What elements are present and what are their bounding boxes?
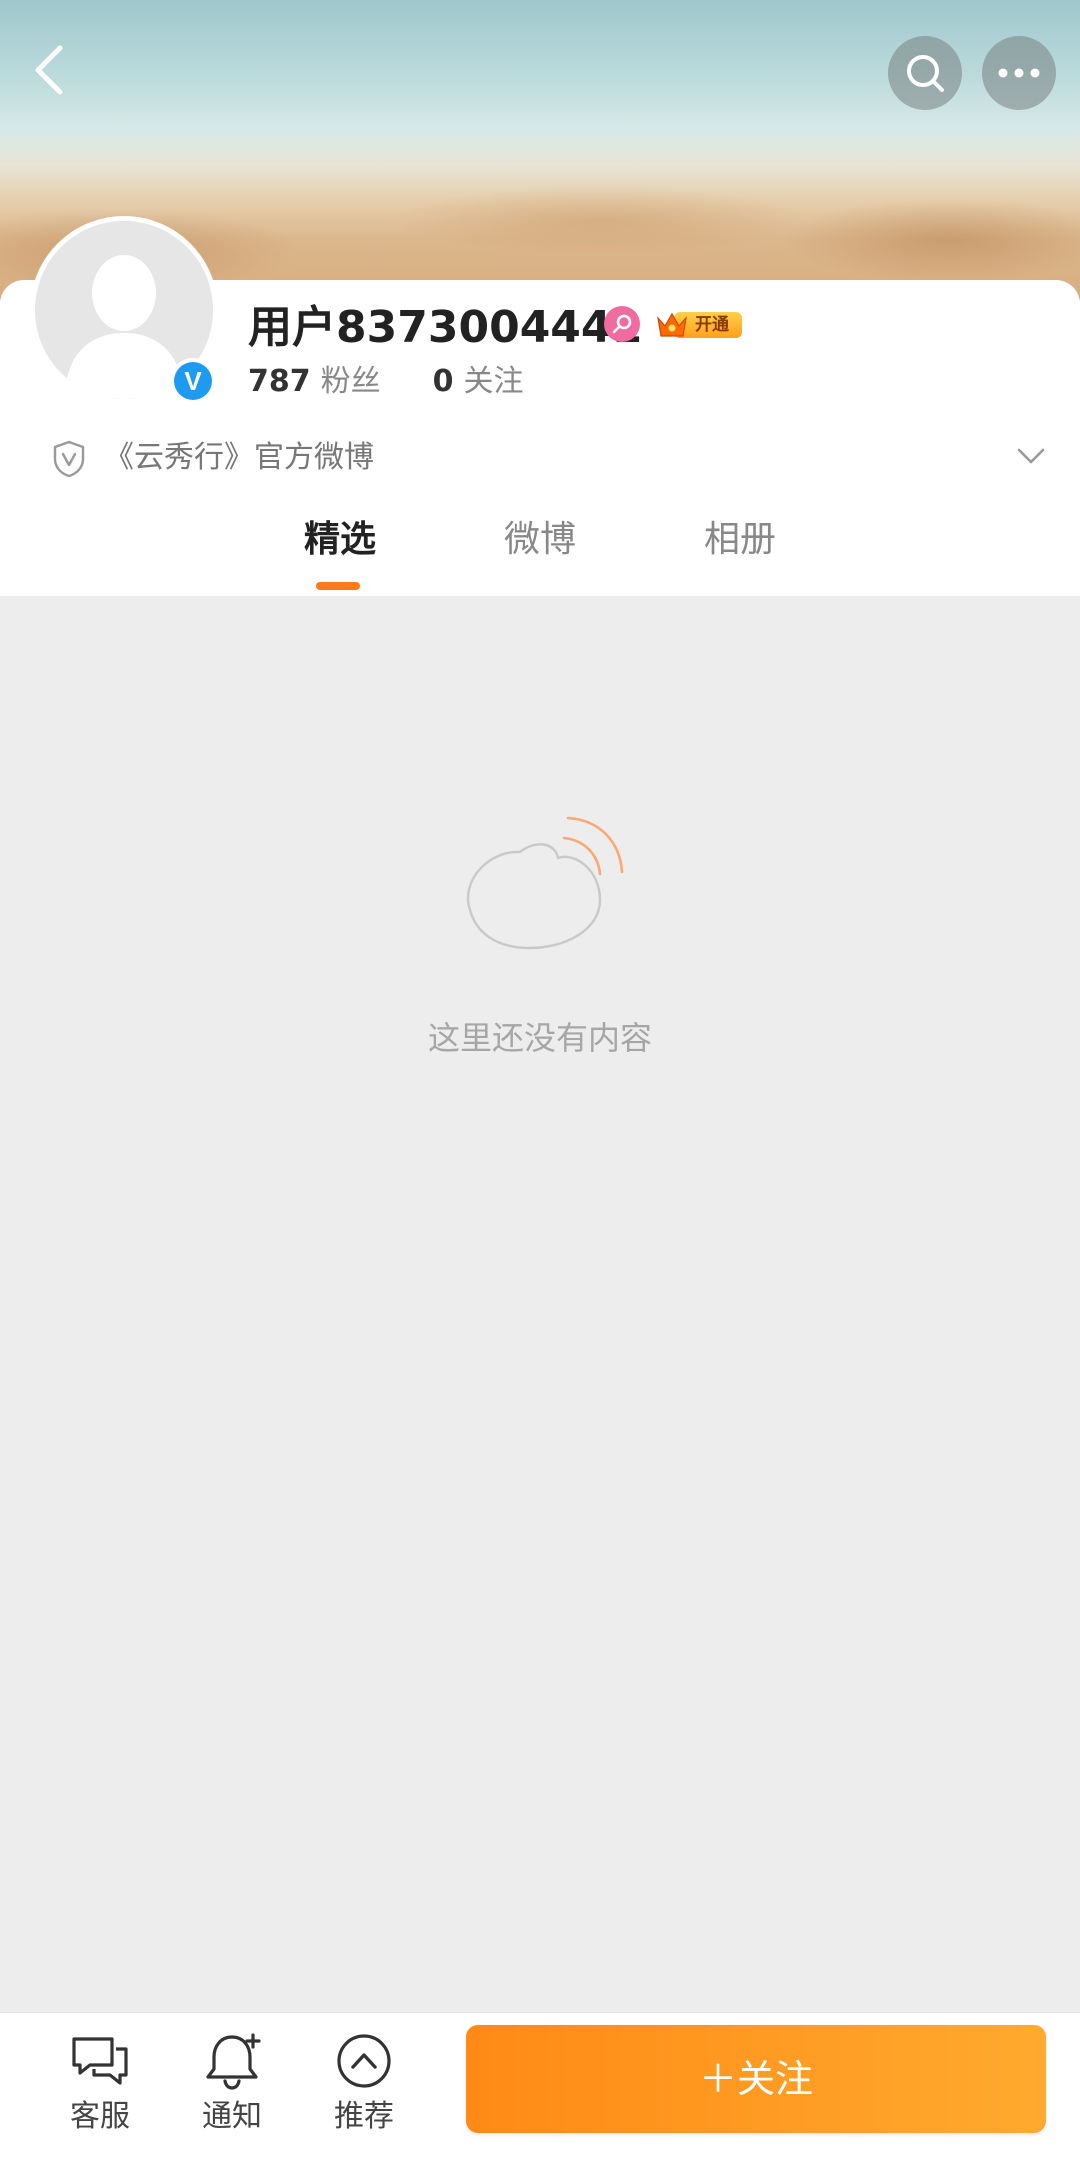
following-label: 关注 bbox=[463, 364, 524, 399]
follow-button[interactable]: ＋关注 bbox=[466, 2025, 1046, 2133]
active-tab-indicator bbox=[316, 582, 360, 590]
followers-label: 粉丝 bbox=[320, 364, 381, 399]
search-icon bbox=[907, 55, 944, 92]
vip-open-badge[interactable]: 开通 bbox=[654, 306, 744, 342]
followers-stat[interactable]: 787 粉丝 bbox=[248, 362, 381, 402]
profile-description-row[interactable]: 《云秀行》官方微博 bbox=[0, 432, 1080, 486]
empty-weibo-logo-icon bbox=[467, 816, 624, 950]
search-button[interactable] bbox=[888, 36, 962, 110]
back-button[interactable] bbox=[18, 38, 82, 102]
notify-label: 通知 bbox=[202, 2099, 262, 2134]
tab-album[interactable]: 相册 bbox=[700, 516, 780, 564]
customer-service-label: 客服 bbox=[70, 2099, 130, 2134]
crown-icon bbox=[657, 312, 687, 337]
chevron-up-circle-icon bbox=[337, 2034, 391, 2088]
following-stat[interactable]: 0 关注 bbox=[433, 362, 524, 402]
female-icon bbox=[604, 306, 640, 342]
chevron-left-icon bbox=[35, 45, 63, 95]
bottom-action-bar: 客服 通知 推荐 ＋关注 bbox=[0, 2012, 1080, 2168]
chevron-down-icon[interactable] bbox=[1016, 446, 1046, 466]
notify-button[interactable]: 通知 bbox=[182, 2031, 282, 2151]
chat-bubbles-icon bbox=[72, 2037, 128, 2085]
profile-page: V 用户8373004441 开通 787 粉丝 0 关注 《云秀行》官方微博 bbox=[0, 0, 1080, 2168]
username: 用户8373004441 bbox=[248, 302, 643, 353]
customer-service-button[interactable]: 客服 bbox=[50, 2031, 150, 2151]
profile-tabs: 精选 微博 相册 bbox=[0, 510, 1080, 596]
tab-featured[interactable]: 精选 bbox=[300, 516, 380, 564]
verified-v-icon: V bbox=[174, 362, 212, 400]
shield-v-icon bbox=[53, 440, 85, 478]
bell-plus-icon bbox=[206, 2033, 261, 2090]
empty-state-message: 这里还没有内容 bbox=[427, 1019, 652, 1057]
more-button[interactable] bbox=[982, 36, 1056, 110]
following-count: 0 bbox=[432, 364, 454, 399]
profile-stats: 787 粉丝 0 关注 bbox=[248, 362, 576, 402]
recommend-label: 推荐 bbox=[334, 2099, 394, 2134]
tab-weibo[interactable]: 微博 bbox=[500, 516, 580, 564]
recommend-button[interactable]: 推荐 bbox=[314, 2031, 414, 2151]
verified-badge: V bbox=[170, 358, 216, 404]
more-dots-icon bbox=[998, 68, 1040, 78]
followers-count: 787 bbox=[248, 364, 311, 399]
profile-description: 《云秀行》官方微博 bbox=[104, 440, 374, 475]
